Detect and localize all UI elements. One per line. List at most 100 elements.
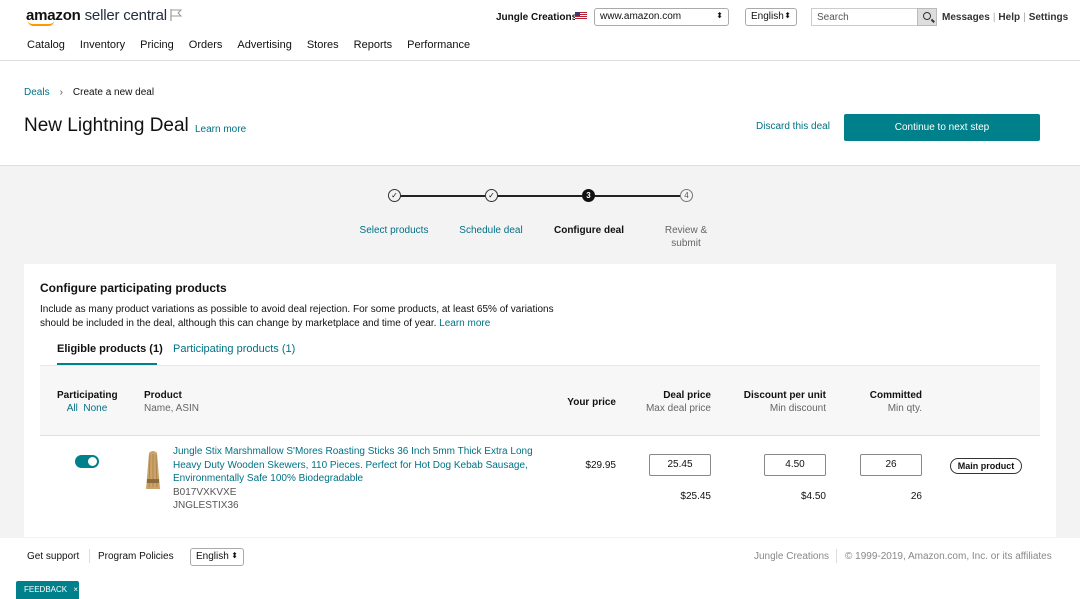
amazon-smile-icon (28, 21, 54, 26)
flag-icon[interactable] (169, 8, 183, 22)
store-name[interactable]: Jungle Creations (496, 12, 577, 23)
th-discount: Discount per unit Min discount (726, 389, 826, 415)
step-3-number: 3 (582, 189, 595, 202)
main-nav: Catalog Inventory Pricing Orders Adverti… (27, 39, 485, 55)
footer-divider (836, 549, 837, 563)
continue-button[interactable]: Continue to next step (844, 114, 1040, 141)
step-configure-deal: Configure deal (553, 225, 624, 236)
step-connector (400, 195, 485, 197)
card-learn-more-link[interactable]: Learn more (439, 318, 490, 329)
step-connector (594, 195, 680, 197)
product-image (146, 451, 160, 489)
breadcrumb: Deals › Create a new deal (24, 87, 154, 98)
configure-products-card: Configure participating products Include… (24, 264, 1056, 537)
logo-product: seller central (84, 7, 167, 24)
breadcrumb-deals-link[interactable]: Deals (24, 87, 50, 98)
search-icon (923, 12, 931, 20)
th-product-label: Product (144, 390, 182, 401)
product-identifiers: B017VXKVXE JNGLESTIX36 (173, 486, 239, 512)
footer-language-value: English (196, 551, 229, 562)
footer: Get support Program Policies English ⬍ J… (0, 538, 1080, 599)
your-price-value: $29.95 (585, 460, 616, 471)
nav-inventory[interactable]: Inventory (80, 39, 125, 55)
deal-price-input[interactable]: 25.45 (649, 454, 711, 476)
nav-reports[interactable]: Reports (354, 39, 393, 55)
th-committed: Committed Min qty. (842, 389, 922, 415)
discard-deal-link[interactable]: Discard this deal (756, 121, 830, 132)
max-deal-price-value: $25.45 (680, 491, 711, 502)
search-button[interactable] (917, 8, 937, 26)
footer-copyright: © 1999-2019, Amazon.com, Inc. or its aff… (845, 551, 1052, 562)
step-review-submit: Review & submit (664, 225, 708, 249)
footer-language-select[interactable]: English ⬍ (190, 548, 244, 566)
feedback-label: FEEDBACK (24, 585, 68, 594)
step-connector (497, 195, 582, 197)
program-policies-link[interactable]: Program Policies (98, 551, 174, 562)
min-discount-value: $4.50 (800, 491, 826, 502)
th-deal-price-label: Deal price (663, 390, 711, 401)
table-header: Participating All None Product Name, ASI… (40, 366, 1040, 436)
th-committed-label: Committed (869, 390, 922, 401)
select-arrows-icon: ⬍ (716, 11, 723, 20)
product-sku: JNGLESTIX36 (173, 500, 239, 511)
language-select[interactable]: English ⬍ (745, 8, 797, 26)
th-your-price-label: Your price (567, 397, 616, 408)
min-qty-value: 26 (910, 491, 922, 502)
close-icon[interactable]: × (69, 585, 78, 594)
learn-more-link[interactable]: Learn more (195, 124, 246, 135)
th-deal-price-sub: Max deal price (645, 403, 711, 414)
nav-orders[interactable]: Orders (189, 39, 223, 55)
get-support-link[interactable]: Get support (27, 551, 79, 562)
th-participating: Participating All None (57, 389, 118, 415)
settings-link[interactable]: Settings (1029, 12, 1068, 23)
participating-toggle[interactable] (75, 455, 99, 468)
search-input[interactable]: Search (811, 8, 917, 26)
product-asin: B017VXKVXE (173, 487, 237, 498)
card-title: Configure participating products (40, 281, 227, 295)
feedback-button[interactable]: FEEDBACK × (16, 581, 79, 599)
nav-stores[interactable]: Stores (307, 39, 339, 55)
select-arrows-icon: ⬍ (784, 11, 791, 20)
marketplace-value: www.amazon.com (600, 11, 682, 22)
th-product: Product Name, ASIN (144, 389, 199, 415)
th-discount-sub: Min discount (769, 403, 826, 414)
main-product-badge: Main product (950, 458, 1022, 474)
nav-pricing[interactable]: Pricing (140, 39, 174, 55)
th-committed-sub: Min qty. (887, 403, 922, 414)
th-participating-label: Participating (57, 390, 118, 401)
committed-qty-input[interactable]: 26 (860, 454, 922, 476)
step-select-products[interactable]: Select products (349, 224, 439, 237)
select-none-link[interactable]: None (83, 403, 107, 414)
help-link[interactable]: Help (998, 12, 1020, 23)
nav-catalog[interactable]: Catalog (27, 39, 65, 55)
step-2-check-icon: ✓ (485, 189, 498, 202)
nav-performance[interactable]: Performance (407, 39, 470, 55)
tab-eligible-products[interactable]: Eligible products (1) (57, 343, 163, 355)
us-flag-icon (575, 12, 587, 20)
language-value: English (751, 11, 784, 22)
th-product-sub: Name, ASIN (144, 403, 200, 414)
product-name-link[interactable]: Jungle Stix Marshmallow S'Mores Roasting… (173, 445, 533, 486)
footer-store-name: Jungle Creations (754, 551, 830, 562)
top-links: Messages | Help | Settings (942, 12, 1069, 23)
chevron-right-icon: › (59, 87, 63, 98)
breadcrumb-current: Create a new deal (72, 87, 155, 98)
step-schedule-deal[interactable]: Schedule deal (446, 224, 536, 237)
step-4-number: 4 (680, 189, 693, 202)
card-description: Include as many product variations as po… (40, 303, 560, 331)
th-deal-price: Deal price Max deal price (631, 389, 711, 415)
top-bar: amazon seller central Jungle Creations w… (0, 0, 1080, 34)
nav-advertising[interactable]: Advertising (237, 39, 291, 55)
footer-divider (89, 549, 90, 563)
search-placeholder: Search (817, 12, 849, 23)
select-arrows-icon: ⬍ (231, 551, 238, 560)
messages-link[interactable]: Messages (942, 12, 990, 23)
step-1-check-icon: ✓ (388, 189, 401, 202)
page-title: New Lightning Deal (24, 115, 189, 136)
discount-input[interactable]: 4.50 (764, 454, 826, 476)
nav-divider (0, 60, 1080, 61)
select-all-link[interactable]: All (67, 403, 78, 414)
marketplace-select[interactable]: www.amazon.com ⬍ (594, 8, 729, 26)
active-tab-indicator (57, 363, 157, 365)
tab-participating-products[interactable]: Participating products (1) (173, 343, 295, 355)
